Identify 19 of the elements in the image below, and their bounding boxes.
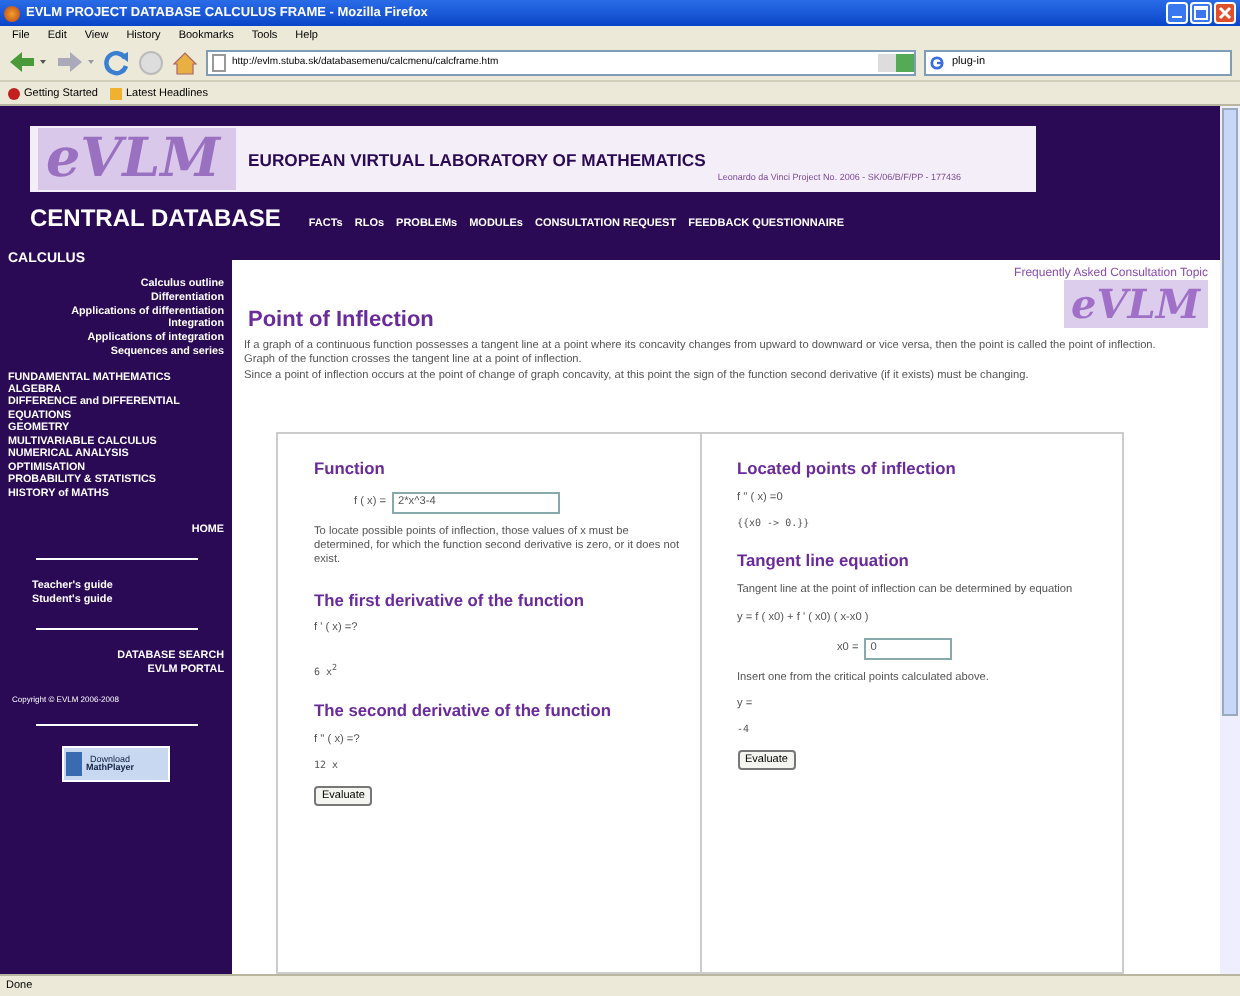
- panel-heading: Tangent line equation: [737, 550, 911, 573]
- scrollbar[interactable]: [1220, 106, 1240, 974]
- evlm-logo: eVLM: [38, 128, 236, 190]
- home-icon[interactable]: [172, 49, 198, 75]
- site-title: EUROPEAN VIRTUAL LABORATORY OF MATHEMATICS: [248, 149, 706, 169]
- maximize-button[interactable]: [1190, 2, 1212, 24]
- close-button[interactable]: [1214, 2, 1236, 24]
- back-icon[interactable]: [8, 50, 48, 74]
- panel-heading: Located points of inflection: [737, 457, 958, 480]
- forward-icon[interactable]: [56, 50, 96, 74]
- panel-heading: Function: [314, 457, 387, 480]
- panel-heading: The first derivative of the function: [314, 589, 586, 611]
- search-engine-icon[interactable]: [930, 55, 944, 69]
- reload-icon[interactable]: [104, 49, 130, 75]
- panel-heading: The second derivative of the function: [314, 699, 613, 722]
- site-name: CENTRAL DATABASE: [30, 204, 281, 232]
- page-heading: Point of Inflection: [248, 308, 434, 332]
- minimize-button[interactable]: [1166, 2, 1188, 24]
- evlm-logo: eVLM: [1063, 280, 1208, 328]
